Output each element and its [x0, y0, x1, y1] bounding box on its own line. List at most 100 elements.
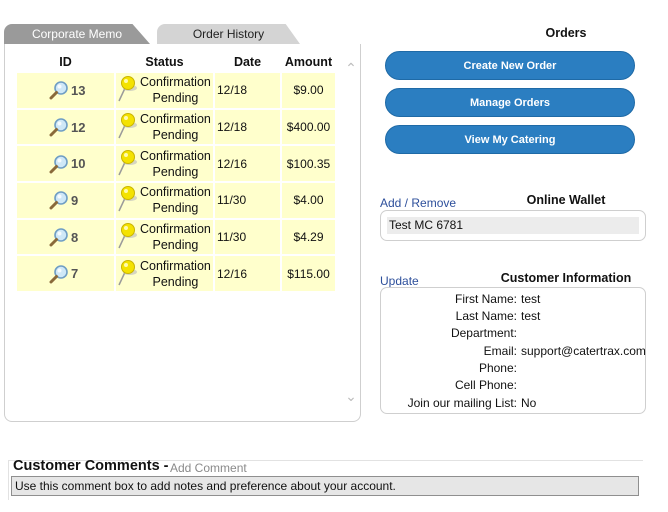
customer-information-title: Customer Information	[500, 271, 632, 285]
order-id[interactable]: 8	[71, 230, 78, 245]
cell-status: Confirmation Pending	[116, 183, 213, 218]
field-value: No	[521, 396, 537, 410]
online-wallet-box: Test MC 6781	[380, 210, 646, 241]
customer-field-department: Department:	[381, 325, 645, 342]
cell-status: Confirmation Pending	[116, 219, 213, 255]
table-row: 8 Confirmation Pending 11/30 $4.29	[17, 219, 335, 257]
column-header-id: ID	[59, 54, 72, 69]
table-row: 10 Confirmation Pending 12/16 $100.35	[17, 146, 335, 183]
status-line: Pending	[152, 201, 199, 216]
customer-comments-section: Customer Comments - Add Comment Use this…	[8, 458, 643, 500]
magnifier-icon[interactable]	[49, 117, 69, 137]
wallet-item[interactable]: Test MC 6781	[387, 217, 639, 234]
cell-id[interactable]: 7	[17, 256, 114, 292]
scroll-up-arrow[interactable]: ⌃	[343, 61, 359, 75]
cell-amount: $4.29	[282, 219, 335, 255]
cell-date: 12/16	[215, 256, 280, 292]
field-value: test	[521, 292, 541, 306]
magnifier-icon[interactable]	[49, 227, 69, 247]
order-id[interactable]: 13	[71, 83, 85, 98]
cell-amount: $100.35	[282, 146, 335, 182]
field-value: support@catertrax.com	[521, 344, 646, 358]
pushpin-icon	[116, 222, 140, 252]
order-id[interactable]: 7	[71, 266, 78, 281]
pushpin-icon	[116, 259, 140, 289]
magnifier-icon[interactable]	[49, 264, 69, 284]
table-header: ID Status Date Amount	[17, 52, 335, 73]
scroll-down-arrow[interactable]: ⌄	[343, 389, 359, 403]
cell-date: 12/16	[215, 146, 280, 182]
cell-id[interactable]: 9	[17, 183, 114, 218]
table-row: 12 Confirmation Pending 12/18 $400.00	[17, 109, 335, 147]
field-value: test	[521, 309, 541, 323]
cell-status: Confirmation Pending	[116, 109, 213, 145]
customer-field-phone: Phone:	[381, 360, 645, 377]
tab-order-history[interactable]: Order History	[157, 24, 300, 44]
field-label: Join our mailing List:	[407, 396, 517, 410]
status-text: Confirmation Pending	[140, 111, 211, 143]
tab-corporate-memo[interactable]: Corporate Memo	[4, 24, 150, 44]
customer-field-mailing-list: Join our mailing List: No	[381, 395, 645, 412]
order-history-panel: ID Status Date Amount 13 Confirmation Pend…	[4, 44, 361, 422]
add-comment-link[interactable]: Add Comment	[170, 461, 247, 475]
status-text: Confirmation Pending	[140, 258, 211, 290]
order-id[interactable]: 10	[71, 156, 85, 171]
status-line: Confirmation	[140, 222, 211, 237]
status-line: Confirmation	[140, 185, 211, 200]
pushpin-icon	[116, 185, 140, 215]
cell-amount: $400.00	[282, 109, 335, 145]
column-header-amount: Amount	[284, 54, 333, 69]
status-text: Confirmation Pending	[140, 74, 211, 106]
status-line: Confirmation	[140, 112, 211, 127]
order-history-table: ID Status Date Amount 13 Confirmation Pend…	[17, 52, 335, 293]
field-label: First Name:	[454, 292, 517, 306]
cell-amount: $4.00	[282, 183, 335, 218]
status-text: Confirmation Pending	[140, 148, 211, 180]
status-text: Confirmation Pending	[140, 221, 211, 253]
status-line: Pending	[152, 238, 199, 253]
cell-amount: $9.00	[282, 73, 335, 108]
table-row: 13 Confirmation Pending 12/18 $9.00	[17, 73, 335, 110]
cell-date: 11/30	[215, 219, 280, 255]
pushpin-icon	[116, 149, 140, 179]
view-my-catering-button[interactable]: View My Catering	[385, 125, 635, 154]
table-row: 9 Confirmation Pending 11/30 $4.00	[17, 183, 335, 220]
field-label: Last Name:	[455, 309, 517, 323]
cell-date: 12/18	[215, 73, 280, 108]
cell-date: 12/18	[215, 109, 280, 145]
field-label: Phone:	[478, 361, 517, 375]
status-line: Pending	[152, 128, 199, 143]
comment-box[interactable]: Use this comment box to add notes and pr…	[11, 476, 639, 496]
cell-status: Confirmation Pending	[116, 256, 213, 292]
customer-field-cell-phone: Cell Phone:	[381, 377, 645, 394]
cell-status: Confirmation Pending	[116, 146, 213, 182]
online-wallet-title: Online Wallet	[526, 193, 606, 207]
orders-title: Orders	[545, 26, 587, 40]
status-line: Confirmation	[140, 258, 211, 273]
cell-id[interactable]: 12	[17, 109, 114, 145]
customer-update-link[interactable]: Update	[380, 274, 419, 288]
customer-field-first-name: First Name: test	[381, 291, 645, 308]
pushpin-icon	[116, 112, 140, 142]
magnifier-icon[interactable]	[49, 80, 69, 100]
status-line: Pending	[152, 91, 199, 106]
manage-orders-button[interactable]: Manage Orders	[385, 88, 635, 117]
magnifier-icon[interactable]	[49, 154, 69, 174]
field-label: Cell Phone:	[454, 378, 517, 392]
wallet-add-remove-link[interactable]: Add / Remove	[380, 196, 456, 210]
order-id[interactable]: 12	[71, 120, 85, 135]
cell-id[interactable]: 13	[17, 73, 114, 108]
field-label: Department:	[450, 326, 517, 340]
status-text: Confirmation Pending	[140, 184, 211, 216]
create-new-order-button[interactable]: Create New Order	[385, 51, 635, 80]
customer-information-box: First Name: test Last Name: test Departm…	[380, 287, 646, 414]
cell-id[interactable]: 10	[17, 146, 114, 182]
customer-field-email: Email: support@catertrax.com	[381, 343, 646, 360]
customer-field-last-name: Last Name: test	[381, 308, 645, 325]
cell-status: Confirmation Pending	[116, 73, 213, 108]
magnifier-icon[interactable]	[49, 190, 69, 210]
order-id[interactable]: 9	[71, 193, 78, 208]
field-label: Email:	[483, 344, 517, 358]
cell-id[interactable]: 8	[17, 219, 114, 255]
cell-date: 11/30	[215, 183, 280, 218]
